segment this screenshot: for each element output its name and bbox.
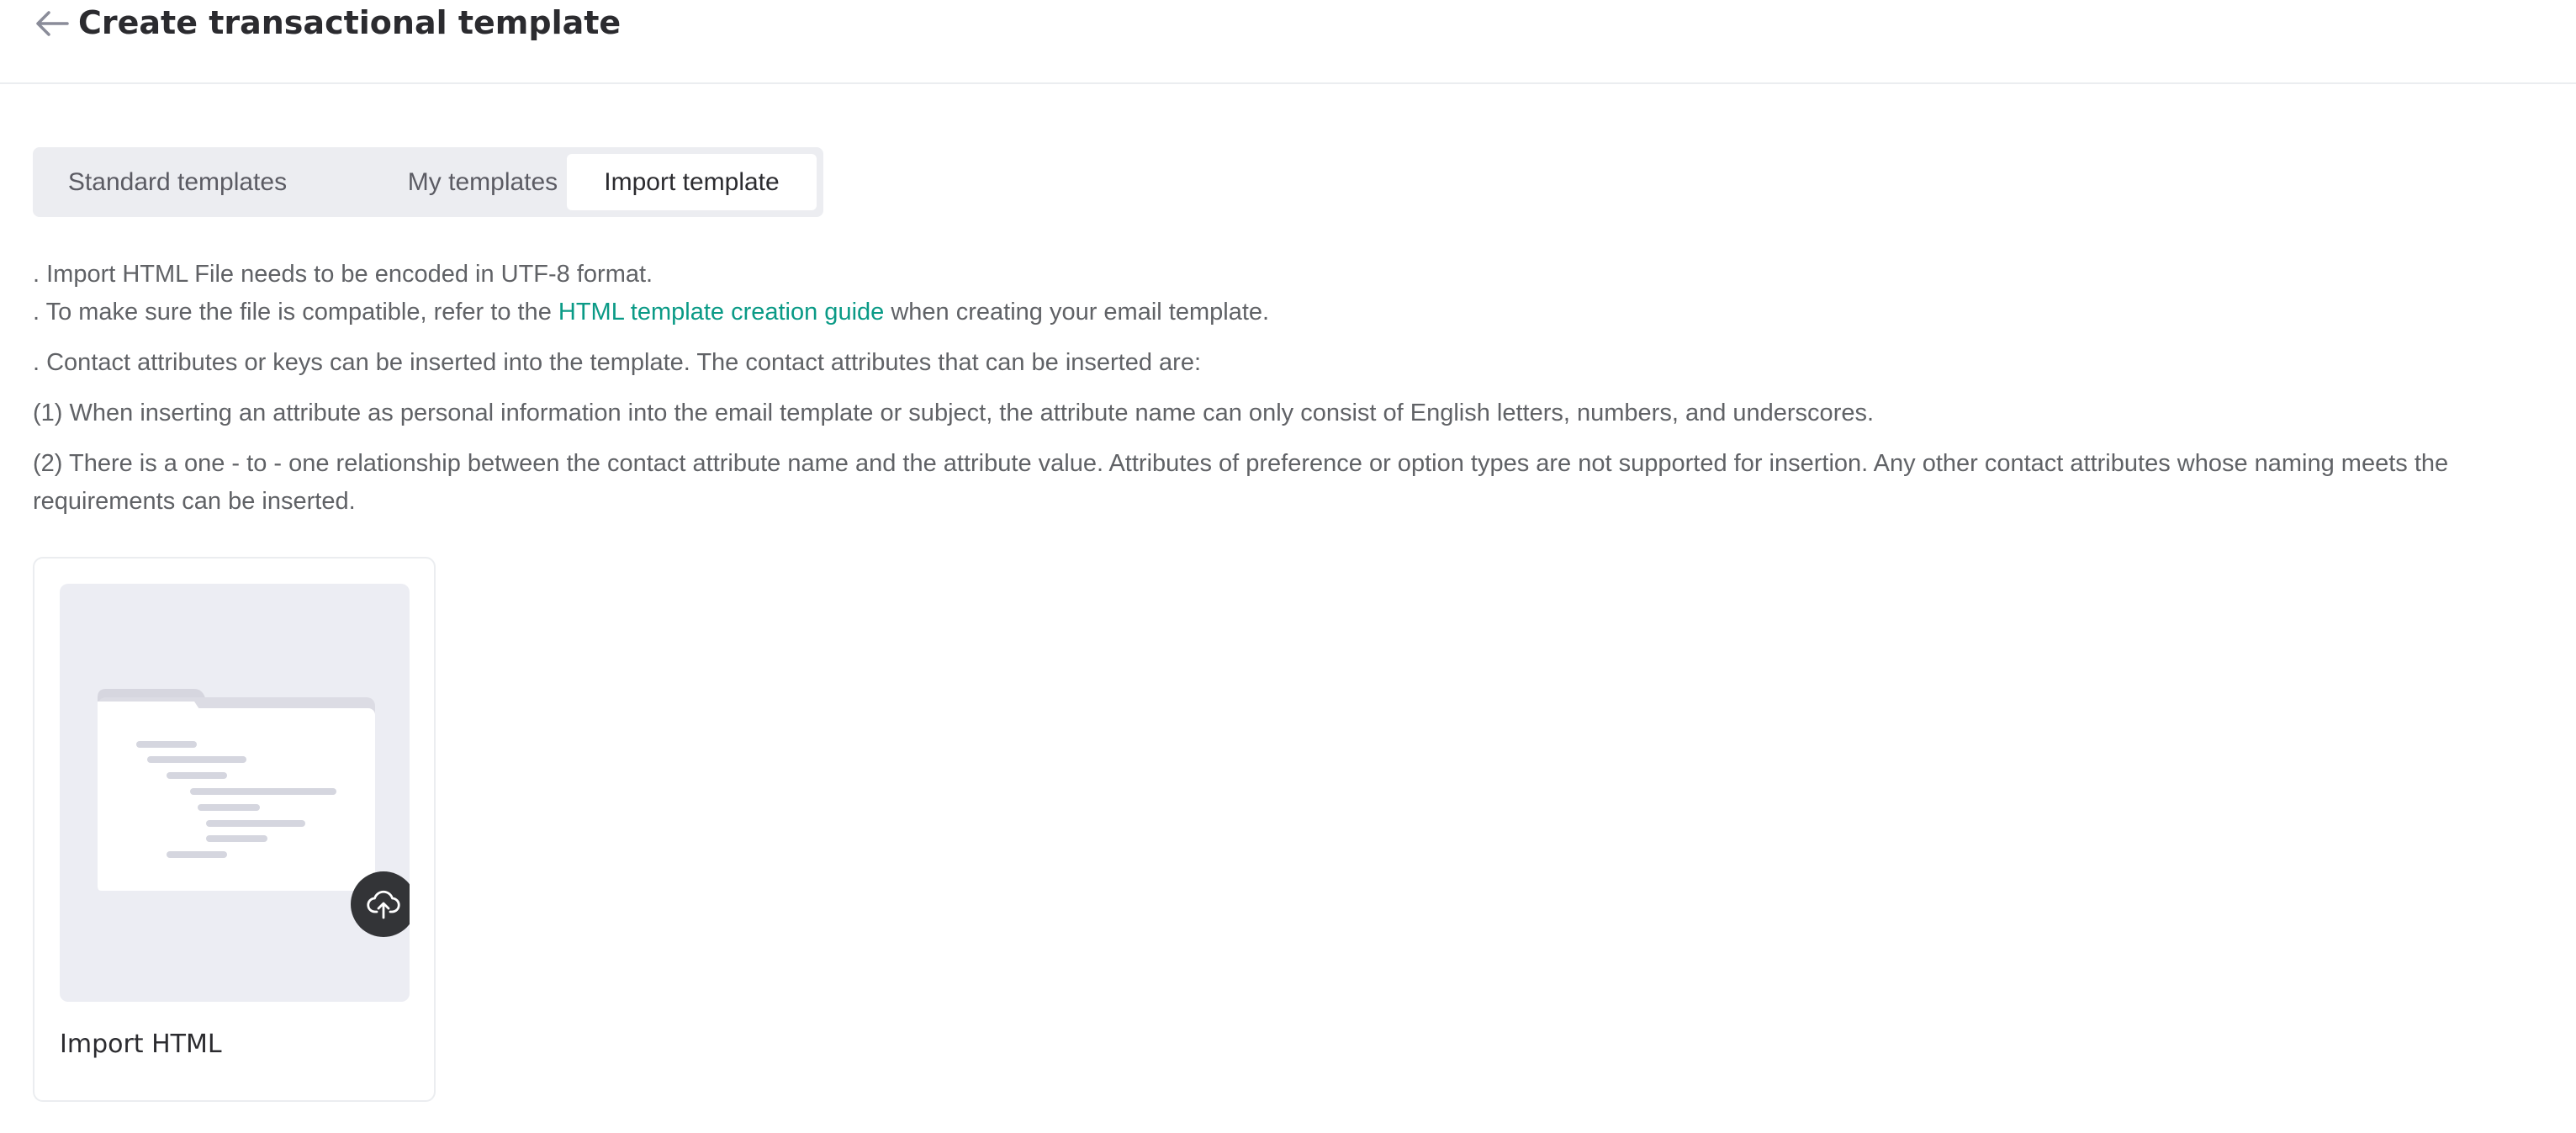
upload-html-button[interactable] xyxy=(351,871,410,937)
note-utf8: . Import HTML File needs to be encoded i… xyxy=(33,261,653,288)
html-template-guide-link[interactable]: HTML template creation guide xyxy=(558,299,884,326)
folder-document-icon xyxy=(98,689,375,891)
note-compatibility-suffix: when creating your email template. xyxy=(884,299,1270,326)
note-compatibility: . To make sure the file is compatible, r… xyxy=(33,294,1269,331)
tab-standard-templates[interactable]: Standard templates xyxy=(43,154,312,210)
arrow-left-icon xyxy=(36,11,69,36)
import-html-card[interactable]: Import HTML xyxy=(33,557,436,1102)
cloud-upload-icon xyxy=(367,890,400,919)
page-title: Create transactional template xyxy=(78,4,622,41)
tab-import-template[interactable]: Import template xyxy=(567,154,817,210)
template-source-tabs: Standard templates My templates Import t… xyxy=(33,147,823,217)
note-compatibility-prefix: . To make sure the file is compatible, r… xyxy=(33,299,558,326)
page-header: Create transactional template xyxy=(0,0,2576,84)
note-attribute-naming: (1) When inserting an attribute as perso… xyxy=(33,400,1875,426)
note-attributes: . Contact attributes or keys can be inse… xyxy=(33,349,1202,376)
back-button[interactable] xyxy=(34,5,71,42)
import-html-preview xyxy=(60,584,410,1002)
note-attribute-relationship: (2) There is a one - to - one relationsh… xyxy=(33,450,2449,515)
import-html-label: Import HTML xyxy=(60,1030,222,1059)
